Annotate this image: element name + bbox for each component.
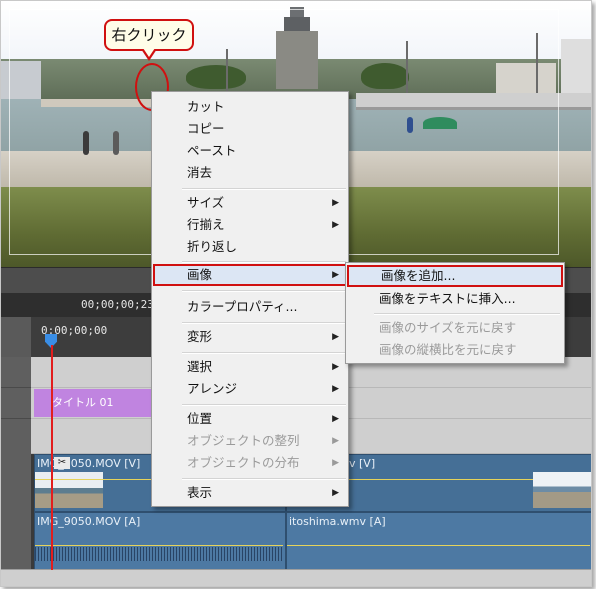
track-header[interactable] — [1, 419, 31, 454]
playhead-line — [51, 345, 53, 570]
submenu-item-restore-aspect-ratio: 画像の縦横比を元に戻す — [347, 339, 563, 361]
submenu-item-label: 画像のサイズを元に戻す — [379, 320, 517, 335]
menu-item-label: 行揃え — [187, 217, 225, 232]
menu-item-transform[interactable]: 変形 ▶ — [153, 326, 347, 348]
video-clip-thumbnail — [533, 472, 591, 508]
submenu-item-label: 画像をテキストに挿入... — [379, 291, 516, 306]
menu-item-label: アレンジ — [187, 381, 238, 396]
menu-item-clear[interactable]: 消去 — [153, 162, 347, 184]
submenu-arrow-icon: ▶ — [332, 436, 339, 446]
menu-item-label: サイズ — [187, 195, 225, 210]
menu-item-label: 表示 — [187, 485, 213, 500]
preview-building — [561, 39, 591, 95]
menu-separator — [182, 352, 346, 354]
menu-item-label: 変形 — [187, 329, 213, 344]
submenu-arrow-icon: ▶ — [332, 384, 339, 394]
image-submenu: 画像を追加... 画像をテキストに挿入... 画像のサイズを元に戻す 画像の縦横… — [345, 262, 565, 364]
right-click-callout: 右クリック — [104, 19, 194, 51]
menu-item-color-properties[interactable]: カラープロパティ... — [153, 296, 347, 318]
submenu-arrow-icon: ▶ — [332, 414, 339, 424]
ruler-left-panel — [1, 317, 31, 357]
submenu-arrow-icon: ▶ — [332, 332, 339, 342]
menu-item-view[interactable]: 表示 ▶ — [153, 482, 347, 504]
submenu-arrow-icon: ▶ — [332, 362, 339, 372]
menu-item-label: カット — [187, 99, 225, 114]
menu-item-image[interactable]: 画像 ▶ — [153, 264, 349, 286]
menu-separator — [182, 188, 346, 190]
volume-line[interactable] — [35, 545, 283, 546]
menu-item-label: 消去 — [187, 165, 213, 180]
menu-item-distribute-objects: オブジェクトの分布 ▶ — [153, 452, 347, 474]
menu-item-position[interactable]: 位置 ▶ — [153, 408, 347, 430]
menu-item-paste[interactable]: ペースト — [153, 140, 347, 162]
menu-item-arrange[interactable]: アレンジ ▶ — [153, 378, 347, 400]
menu-item-alignment[interactable]: 行揃え ▶ — [153, 214, 347, 236]
submenu-item-add-image[interactable]: 画像を追加... — [347, 265, 563, 287]
callout-tail-fill — [143, 48, 155, 57]
video-clip-thumbnail — [35, 472, 103, 508]
submenu-arrow-icon: ▶ — [332, 270, 339, 280]
menu-separator — [182, 261, 346, 263]
menu-item-label: 画像 — [187, 267, 213, 282]
submenu-item-label: 画像を追加... — [381, 268, 456, 283]
scissors-icon: ✂ — [54, 457, 70, 469]
submenu-separator — [374, 313, 560, 315]
audio-waveform — [35, 547, 283, 561]
menu-separator — [182, 404, 346, 406]
current-timecode[interactable]: 00;00;00;23 — [81, 298, 154, 311]
submenu-arrow-icon: ▶ — [332, 198, 339, 208]
submenu-arrow-icon: ▶ — [332, 488, 339, 498]
audio-clip-label: itoshima.wmv [A] — [289, 515, 386, 528]
menu-item-label: カラープロパティ... — [187, 299, 298, 314]
context-menu: カット コピー ペースト 消去 サイズ ▶ 行揃え ▶ 折り返し 画像 ▶ カラープロ… — [151, 91, 349, 507]
menu-separator — [182, 290, 346, 292]
audio-track-header[interactable] — [1, 511, 31, 570]
submenu-item-restore-image-size: 画像のサイズを元に戻す — [347, 317, 563, 339]
menu-item-select[interactable]: 選択 ▶ — [153, 356, 347, 378]
menu-separator — [182, 322, 346, 324]
menu-item-label: 選択 — [187, 359, 213, 374]
submenu-item-label: 画像の縦横比を元に戻す — [379, 342, 517, 357]
menu-item-word-wrap[interactable]: 折り返し — [153, 236, 347, 258]
video-clip-label: v [V] — [349, 457, 376, 470]
menu-item-copy[interactable]: コピー — [153, 118, 347, 140]
menu-item-label: オブジェクトの整列 — [187, 433, 300, 448]
menu-item-align-objects: オブジェクトの整列 ▶ — [153, 430, 347, 452]
menu-item-label: コピー — [187, 121, 225, 136]
menu-item-label: 折り返し — [187, 239, 238, 254]
submenu-arrow-icon: ▶ — [332, 220, 339, 230]
menu-item-size[interactable]: サイズ ▶ — [153, 192, 347, 214]
submenu-arrow-icon: ▶ — [332, 458, 339, 468]
menu-item-cut[interactable]: カット — [153, 96, 347, 118]
menu-separator — [182, 478, 346, 480]
track-header[interactable] — [1, 357, 31, 388]
video-track-header[interactable] — [1, 453, 31, 512]
app-window: 00;00;00;23 0;00;00;00 タイトル 01 IMG_9050.… — [0, 0, 592, 587]
menu-item-label: 位置 — [187, 411, 213, 426]
volume-line[interactable] — [287, 545, 590, 546]
timeline-scrollbar[interactable] — [1, 569, 591, 586]
submenu-item-insert-image-in-text[interactable]: 画像をテキストに挿入... — [347, 288, 563, 310]
menu-item-label: オブジェクトの分布 — [187, 455, 300, 470]
track-header[interactable] — [1, 388, 31, 419]
menu-item-label: ペースト — [187, 143, 237, 158]
